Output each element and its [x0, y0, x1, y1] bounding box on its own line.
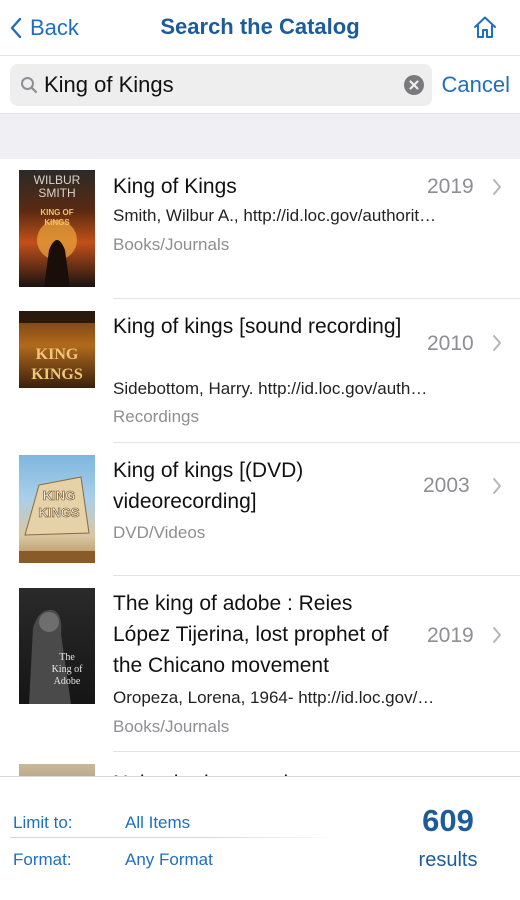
cover-title-line1: The — [59, 652, 75, 663]
result-title: Nebuchadnezzar the — [113, 768, 413, 776]
cover-title-line2: KINGS — [44, 218, 70, 227]
search-icon — [21, 77, 38, 94]
list-item[interactable]: The King of Adobe The king of adobe : Re… — [0, 576, 520, 752]
result-type: DVD/Videos — [113, 523, 206, 542]
page-title: Search the Catalog — [160, 14, 360, 39]
cover-title-line2: KINGS — [31, 366, 83, 383]
result-title: King of kings [(DVD) videorecording] — [113, 459, 304, 513]
list-item[interactable]: Nebuchadnezzar the — [0, 752, 520, 776]
cancel-button[interactable]: Cancel — [442, 72, 510, 98]
limit-select[interactable]: All Items — [125, 813, 190, 833]
results-count: 609 — [422, 803, 474, 838]
cover-author-line1: WILBUR — [34, 173, 81, 187]
cover-art: KING KINGS — [19, 476, 95, 563]
close-icon — [409, 80, 419, 90]
format-select[interactable]: Any Format — [125, 850, 213, 870]
result-year: 2003 — [423, 474, 470, 497]
chevron-right-icon — [493, 627, 501, 643]
result-title: King of kings [sound recording] — [113, 315, 402, 338]
search-input[interactable] — [44, 64, 394, 106]
cover-title-line2: King of — [52, 664, 84, 675]
result-type: Books/Journals — [113, 717, 230, 736]
search-bar: Cancel — [0, 56, 520, 114]
results-count-label: results — [418, 849, 478, 871]
cover-art: The King of Adobe — [29, 609, 84, 704]
result-year: 2019 — [427, 624, 474, 647]
cover-author-line2: SMITH — [38, 186, 75, 200]
result-title: The king of adobe : Reies López Tijerina… — [113, 592, 389, 677]
format-label: Format: — [13, 850, 72, 869]
result-type: Recordings — [113, 407, 199, 426]
result-year: 2010 — [427, 332, 474, 355]
cover-art: WILBUR SMITH KING OF KINGS — [34, 173, 81, 287]
cover-title-line1: KING — [43, 488, 76, 503]
book-cover-image: KING KINGS — [19, 311, 95, 388]
cover-title-line3: Adobe — [54, 676, 81, 687]
cover-title-line2: KINGS — [38, 505, 80, 520]
cover-title-line1: KING OF — [40, 208, 73, 217]
chevron-right-icon — [493, 179, 501, 195]
result-author: Oropeza, Lorena, 1964- http://id.loc.gov… — [113, 688, 435, 707]
cover-art: KING KINGS — [19, 311, 95, 383]
list-item[interactable]: KING KINGS King of kings [sound recordin… — [0, 299, 520, 443]
results-list: WILBUR SMITH KING OF KINGS King of Kings… — [0, 159, 520, 776]
chevron-right-icon — [493, 335, 501, 351]
list-item[interactable]: KING KINGS King of kings [(DVD) videorec… — [0, 443, 520, 576]
book-cover-image: The King of Adobe — [19, 588, 95, 704]
result-type: Books/Journals — [113, 235, 230, 254]
book-cover-image — [19, 764, 95, 776]
clear-search-button[interactable] — [404, 75, 424, 95]
dvd-cover-image: KING KINGS — [19, 455, 95, 563]
limit-label: Limit to: — [13, 813, 73, 832]
result-title: King of Kings — [113, 175, 237, 198]
nav-bar: Back Search the Catalog — [0, 0, 520, 56]
results-header-band — [0, 114, 520, 159]
filter-bar: Limit to: All Items Format: Any Format 6… — [0, 776, 520, 900]
filter-divider — [10, 837, 340, 838]
home-icon[interactable] — [472, 14, 498, 40]
chevron-right-icon — [493, 478, 501, 494]
result-author: Smith, Wilbur A., http://id.loc.gov/auth… — [113, 206, 437, 225]
search-field — [10, 64, 432, 106]
cover-title-line1: KING — [36, 346, 79, 363]
list-item[interactable]: WILBUR SMITH KING OF KINGS King of Kings… — [0, 159, 520, 299]
result-year: 2019 — [427, 175, 474, 198]
result-author: Sidebottom, Harry. http://id.loc.gov/aut… — [113, 379, 428, 398]
book-cover-image: WILBUR SMITH KING OF KINGS — [19, 170, 95, 287]
